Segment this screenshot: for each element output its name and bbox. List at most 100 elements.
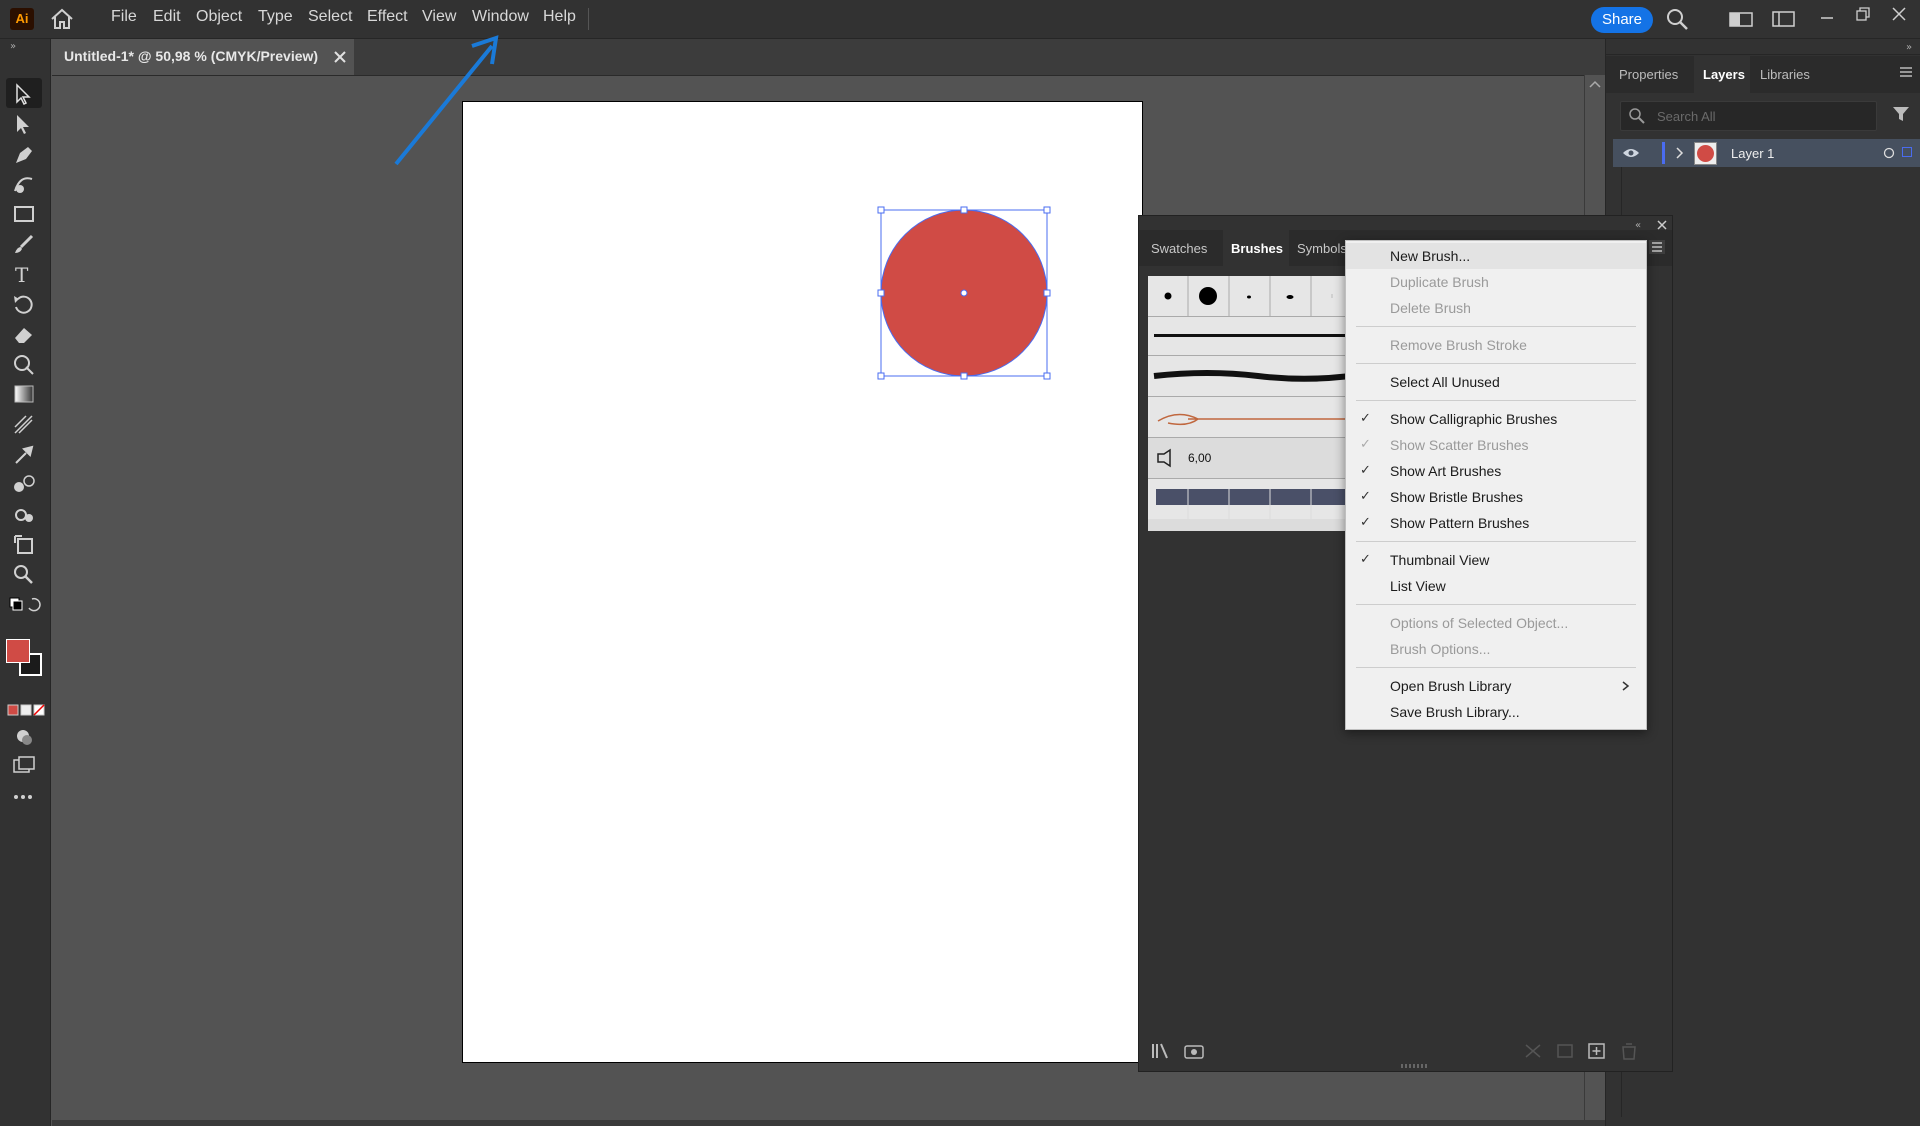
symbol-sprayer-tool-icon[interactable] <box>12 503 36 525</box>
menu-file[interactable]: File <box>111 8 137 26</box>
menu-show-calligraphic-brushes[interactable]: ✓ Show Calligraphic Brushes <box>1346 406 1646 432</box>
menu-bar: Ai File Edit Object Type Select Effect V… <box>0 0 1920 39</box>
filter-icon[interactable] <box>1892 105 1910 123</box>
selection-indicator[interactable] <box>1902 147 1912 157</box>
tab-properties[interactable]: Properties <box>1619 67 1678 82</box>
selection-tool-icon[interactable] <box>12 83 36 105</box>
blend-tool-icon[interactable] <box>12 473 36 495</box>
tab-symbols[interactable]: Symbols <box>1297 241 1347 256</box>
brush-libraries-icon[interactable] <box>1151 1042 1173 1060</box>
calligraphic-brushes[interactable] <box>1148 276 1358 316</box>
menu-show-art-brushes[interactable]: ✓ Show Art Brushes <box>1346 458 1646 484</box>
more-tools-icon[interactable] <box>12 791 36 803</box>
menu-select-all-unused[interactable]: Select All Unused <box>1346 369 1646 395</box>
tab-brushes[interactable]: Brushes <box>1231 241 1283 256</box>
menu-separator <box>1356 604 1636 605</box>
curvature-tool-icon[interactable] <box>12 173 36 195</box>
menu-show-bristle-brushes[interactable]: ✓ Show Bristle Brushes <box>1346 484 1646 510</box>
dock-divider <box>1606 54 1920 55</box>
target-icon[interactable] <box>1883 147 1895 159</box>
menu-type[interactable]: Type <box>258 8 293 26</box>
menu-duplicate-brush: Duplicate Brush <box>1390 274 1489 290</box>
document-tab-title: Untitled-1* @ 50,98 % (CMYK/Preview) <box>64 48 319 64</box>
search-icon[interactable] <box>1666 8 1688 30</box>
layer-name[interactable]: Layer 1 <box>1731 146 1774 161</box>
menu-save-brush-library[interactable]: Save Brush Library... <box>1346 699 1646 725</box>
svg-text:»: » <box>10 41 16 52</box>
tab-layers[interactable]: Layers <box>1703 67 1745 82</box>
menu-separator <box>1356 541 1636 542</box>
menu-select[interactable]: Select <box>308 8 352 26</box>
menu-thumbnail-view[interactable]: ✓ Thumbnail View <box>1346 547 1646 573</box>
layer-row[interactable]: Layer 1 <box>1613 139 1920 167</box>
mesh-tool-icon[interactable] <box>12 413 36 435</box>
workspace-icon[interactable] <box>1772 10 1796 28</box>
screen-mode-icon[interactable] <box>12 755 36 777</box>
menu-view[interactable]: View <box>422 8 456 26</box>
menu-effect[interactable]: Effect <box>367 8 408 26</box>
brushes-panel-menu-icon[interactable] <box>1649 240 1665 254</box>
tab-libraries[interactable]: Libraries <box>1760 67 1810 82</box>
arrange-documents-icon[interactable] <box>1729 10 1753 28</box>
bristle-brush-size-row[interactable]: 6,00 <box>1148 438 1358 479</box>
pattern-brush-row[interactable] <box>1148 479 1358 519</box>
direct-selection-tool-icon[interactable] <box>12 113 36 135</box>
collapse-toolbar-icon[interactable]: » <box>8 39 40 53</box>
collapse-panel-icon[interactable]: « <box>1635 219 1647 229</box>
type-tool-icon[interactable]: T <box>12 263 36 285</box>
draw-mode-icon[interactable] <box>12 725 36 747</box>
bristle-brush-row[interactable] <box>1148 397 1358 438</box>
rectangle-tool-icon[interactable] <box>12 203 36 225</box>
pen-tool-icon[interactable] <box>12 143 36 165</box>
svg-text:«: « <box>1635 220 1641 229</box>
art-brush-row-2[interactable] <box>1148 356 1359 397</box>
warp-tool-icon[interactable] <box>12 353 36 375</box>
fill-color-swatch[interactable] <box>6 639 30 663</box>
minimize-icon[interactable] <box>1818 8 1836 26</box>
menu-object[interactable]: Object <box>196 8 242 26</box>
close-tab-icon[interactable] <box>334 51 346 63</box>
menu-brush-options: Brush Options... <box>1390 641 1491 657</box>
swap-fill-stroke-icon[interactable] <box>8 596 42 612</box>
home-icon[interactable] <box>50 8 74 30</box>
artboard-tool-icon[interactable] <box>12 533 36 555</box>
menu-new-brush[interactable]: New Brush... <box>1346 243 1646 269</box>
expand-layer-icon[interactable] <box>1675 147 1685 159</box>
share-button[interactable]: Share <box>1591 7 1653 33</box>
document-tab[interactable]: Untitled-1* @ 50,98 % (CMYK/Preview) <box>52 39 354 75</box>
panel-resize-grip[interactable] <box>1401 1064 1429 1068</box>
close-icon[interactable] <box>1890 5 1908 23</box>
zoom-tool-icon[interactable] <box>12 563 36 585</box>
menu-window[interactable]: Window <box>472 8 529 26</box>
remove-brush-stroke-icon <box>1525 1044 1541 1058</box>
restore-icon[interactable] <box>1854 5 1872 23</box>
paintbrush-tool-icon[interactable] <box>12 233 36 255</box>
layer-color-bar <box>1662 142 1665 164</box>
new-brush-icon[interactable] <box>1587 1042 1607 1060</box>
tab-swatches[interactable]: Swatches <box>1151 241 1207 256</box>
search-icon <box>1629 108 1645 124</box>
panel-menu-icon[interactable] <box>1898 65 1914 79</box>
menu-help[interactable]: Help <box>543 8 576 26</box>
menu-list-view[interactable]: List View <box>1346 573 1646 599</box>
check-icon: ✓ <box>1360 551 1371 566</box>
selected-circle[interactable] <box>870 200 1060 390</box>
art-brush-row-1[interactable] <box>1148 317 1358 356</box>
menu-separator <box>1356 667 1636 668</box>
menu-show-pattern-brushes[interactable]: ✓ Show Pattern Brushes <box>1346 510 1646 536</box>
bristle-brush-icon <box>1157 448 1171 468</box>
eye-icon[interactable] <box>1622 147 1640 159</box>
svg-text:»: » <box>1906 42 1912 51</box>
collapse-dock-icon[interactable]: » <box>1906 41 1918 51</box>
tools-panel: » T <box>0 39 51 1126</box>
scroll-up-icon[interactable] <box>1589 79 1601 89</box>
layers-search-field[interactable]: Search All <box>1620 101 1877 131</box>
eraser-tool-icon[interactable] <box>12 323 36 345</box>
gradient-tool-icon[interactable] <box>12 383 36 405</box>
eyedropper-tool-icon[interactable] <box>12 443 36 465</box>
menu-open-brush-library[interactable]: Open Brush Library <box>1346 673 1646 699</box>
rotate-tool-icon[interactable] <box>12 293 36 315</box>
libraries-panel-icon[interactable] <box>1183 1042 1207 1060</box>
color-mode-icons[interactable] <box>7 704 45 716</box>
menu-edit[interactable]: Edit <box>153 8 181 26</box>
